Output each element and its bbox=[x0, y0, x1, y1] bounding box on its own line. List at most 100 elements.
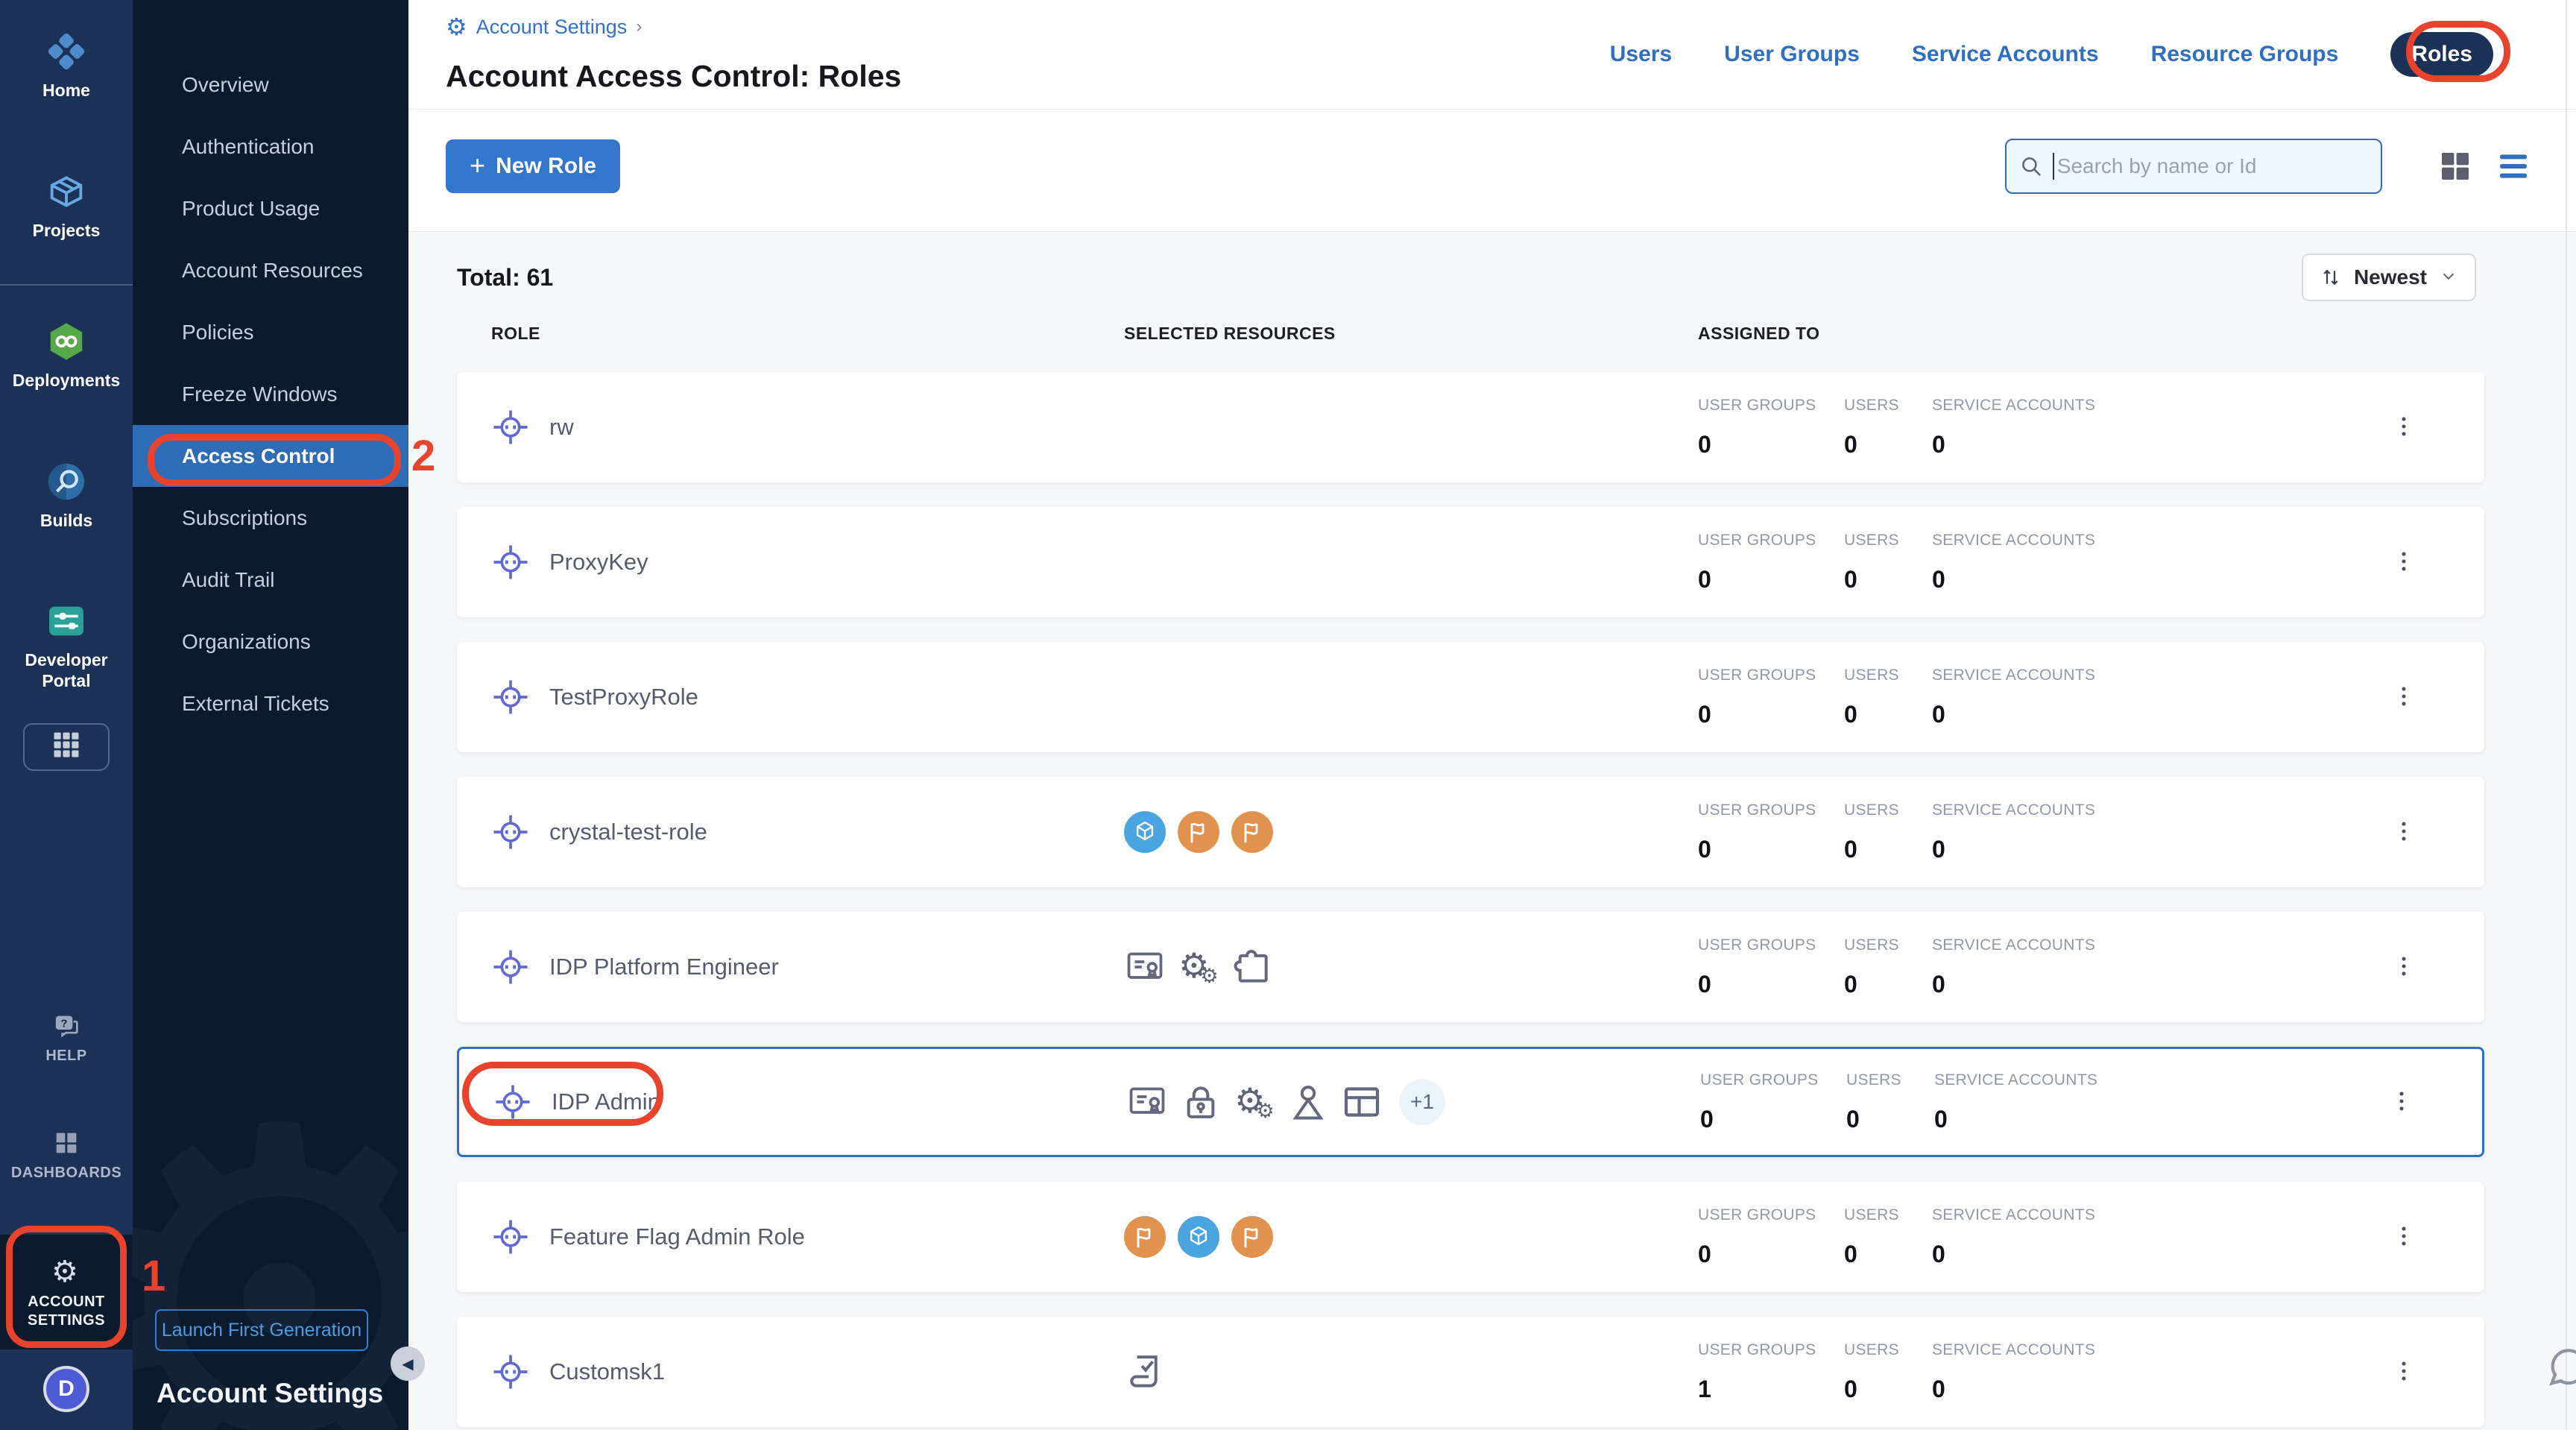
tab-user-groups[interactable]: User Groups bbox=[1724, 42, 1860, 67]
launch-first-generation-button[interactable]: Launch First Generation bbox=[155, 1309, 368, 1351]
service-accounts-label: SERVICE ACCOUNTS bbox=[1932, 1341, 2095, 1359]
role-name[interactable]: IDP Admin bbox=[552, 1089, 660, 1115]
all-modules-button[interactable] bbox=[23, 723, 110, 771]
settings-sidebar: ⚙ OverviewAuthenticationProduct UsageAcc… bbox=[133, 0, 408, 1430]
row-menu-button[interactable] bbox=[2387, 808, 2420, 856]
grid-view-button[interactable] bbox=[2437, 148, 2473, 184]
sidebar-item-overview[interactable]: Overview bbox=[133, 54, 408, 116]
cube-blue-icon bbox=[1178, 1216, 1219, 1258]
role-row[interactable]: rw USER GROUPS 0 USERS 0 SERVICE ACCOUNT… bbox=[457, 372, 2484, 482]
rail-item-builds[interactable]: Builds bbox=[0, 460, 133, 532]
sidebar-footer-title: Account Settings bbox=[157, 1378, 383, 1409]
rail-item-home[interactable]: Home bbox=[0, 30, 133, 101]
gear-icon: ⚙ bbox=[446, 15, 467, 39]
more-resources-badge: +1 bbox=[1399, 1079, 1445, 1125]
service-accounts-label: SERVICE ACCOUNTS bbox=[1932, 397, 2095, 415]
role-name[interactable]: Customsk1 bbox=[549, 1358, 665, 1385]
service-accounts-label: SERVICE ACCOUNTS bbox=[1932, 801, 2095, 819]
row-menu-button[interactable] bbox=[2387, 1348, 2420, 1396]
service-accounts-label: SERVICE ACCOUNTS bbox=[1932, 936, 2095, 954]
selected-resources: ⚙⚙ bbox=[1124, 946, 1698, 988]
rail-item-help[interactable]: ?HELP bbox=[0, 1001, 133, 1076]
deployments-icon bbox=[45, 320, 88, 363]
role-row[interactable]: ProxyKey USER GROUPS 0 USERS 0 SERVICE A… bbox=[457, 507, 2484, 617]
row-menu-button[interactable] bbox=[2387, 538, 2420, 586]
search-box[interactable] bbox=[2005, 139, 2382, 194]
rail-bottom-list: ?HELP DASHBOARDS ⚙ACCOUNT SETTINGS bbox=[0, 1001, 133, 1349]
role-row[interactable]: IDP Admin ⚙⚙+1 USER GROUPS 0 USERS 0 SER… bbox=[457, 1047, 2484, 1157]
breadcrumb-account-settings-link[interactable]: Account Settings bbox=[476, 16, 628, 39]
person-icon bbox=[1287, 1081, 1329, 1123]
scrollbar[interactable] bbox=[2566, 0, 2567, 1430]
users-label: USERS bbox=[1844, 532, 1932, 549]
role-target-icon bbox=[491, 813, 530, 851]
sort-dropdown[interactable]: Newest bbox=[2302, 253, 2476, 301]
new-role-button[interactable]: + New Role bbox=[446, 139, 620, 193]
roles-content: Total: 61 Newest ROLE SELECTED RESOURCES… bbox=[408, 232, 2576, 1430]
sidebar-item-audit-trail[interactable]: Audit Trail bbox=[133, 549, 408, 611]
selected-resources bbox=[1124, 811, 1698, 853]
role-name[interactable]: crystal-test-role bbox=[549, 819, 707, 845]
sidebar-item-subscriptions[interactable]: Subscriptions bbox=[133, 487, 408, 549]
tab-resource-groups[interactable]: Resource Groups bbox=[2151, 42, 2339, 67]
sidebar-item-account-resources[interactable]: Account Resources bbox=[133, 239, 408, 301]
rail-item-dashboards[interactable]: DASHBOARDS bbox=[0, 1118, 133, 1193]
flag-orange-icon bbox=[1124, 1216, 1166, 1258]
main-content: ⚙ Account Settings › Account Access Cont… bbox=[408, 0, 2576, 1430]
tab-users[interactable]: Users bbox=[1610, 42, 1672, 67]
scroll-check-icon bbox=[1124, 1351, 1166, 1393]
cube-blue-icon bbox=[1124, 811, 1166, 853]
users-label: USERS bbox=[1846, 1071, 1934, 1089]
user-groups-count: 1 bbox=[1698, 1376, 1844, 1403]
role-row[interactable]: Customsk1 USER GROUPS 1 USERS 0 SERVICE … bbox=[457, 1317, 2484, 1427]
sidebar-item-external-tickets[interactable]: External Tickets bbox=[133, 673, 408, 734]
service-accounts-label: SERVICE ACCOUNTS bbox=[1932, 1206, 2095, 1224]
row-menu-button[interactable] bbox=[2387, 403, 2420, 451]
toolbar: + New Role bbox=[408, 110, 2576, 232]
rail-item-projects[interactable]: Projects bbox=[0, 170, 133, 242]
users-count: 0 bbox=[1844, 566, 1932, 593]
search-input[interactable] bbox=[2056, 154, 2369, 179]
role-row[interactable]: IDP Platform Engineer ⚙⚙ USER GROUPS 0 U… bbox=[457, 912, 2484, 1022]
service-accounts-count: 0 bbox=[1932, 971, 2095, 998]
role-name[interactable]: ProxyKey bbox=[549, 549, 648, 576]
rail-item-developer-portal[interactable]: Developer Portal bbox=[0, 599, 133, 691]
tab-roles[interactable]: Roles bbox=[2390, 32, 2493, 77]
role-target-icon bbox=[491, 678, 530, 716]
row-menu-button[interactable] bbox=[2387, 673, 2420, 721]
row-menu-button[interactable] bbox=[2387, 1213, 2420, 1261]
chat-help-icon[interactable] bbox=[2545, 1344, 2576, 1391]
plugin-icon bbox=[1231, 946, 1273, 988]
users-label: USERS bbox=[1844, 936, 1932, 954]
certificate-icon bbox=[1124, 946, 1166, 988]
search-icon bbox=[2018, 154, 2044, 179]
user-avatar[interactable]: D bbox=[43, 1366, 89, 1412]
user-groups-label: USER GROUPS bbox=[1698, 1341, 1844, 1359]
role-name[interactable]: TestProxyRole bbox=[549, 684, 698, 711]
sidebar-item-access-control[interactable]: Access Control bbox=[133, 425, 408, 487]
list-view-button[interactable] bbox=[2496, 148, 2531, 184]
role-row[interactable]: TestProxyRole USER GROUPS 0 USERS 0 SERV… bbox=[457, 642, 2484, 752]
sidebar-item-freeze-windows[interactable]: Freeze Windows bbox=[133, 363, 408, 425]
row-menu-button[interactable] bbox=[2385, 1078, 2418, 1126]
column-selected-resources: SELECTED RESOURCES bbox=[1124, 324, 1698, 344]
certificate-icon bbox=[1126, 1081, 1168, 1123]
sidebar-item-organizations[interactable]: Organizations bbox=[133, 611, 408, 673]
role-row[interactable]: Feature Flag Admin Role USER GROUPS 0 US… bbox=[457, 1182, 2484, 1292]
role-target-icon bbox=[493, 1083, 532, 1121]
sidebar-item-authentication[interactable]: Authentication bbox=[133, 116, 408, 177]
column-role: ROLE bbox=[491, 324, 1124, 344]
sidebar-collapse-button[interactable]: ◀ bbox=[391, 1346, 425, 1381]
rail-item-account-settings[interactable]: ⚙ACCOUNT SETTINGS bbox=[0, 1235, 133, 1349]
sidebar-item-product-usage[interactable]: Product Usage bbox=[133, 177, 408, 239]
tab-service-accounts[interactable]: Service Accounts bbox=[1912, 42, 2099, 67]
rail-item-label: Builds bbox=[40, 511, 92, 532]
role-name[interactable]: IDP Platform Engineer bbox=[549, 954, 779, 980]
role-name[interactable]: rw bbox=[549, 414, 574, 441]
row-menu-button[interactable] bbox=[2387, 943, 2420, 991]
sidebar-item-policies[interactable]: Policies bbox=[133, 301, 408, 363]
rail-item-deployments[interactable]: Deployments bbox=[0, 320, 133, 391]
role-row[interactable]: crystal-test-role USER GROUPS 0 USERS 0 … bbox=[457, 777, 2484, 887]
role-name[interactable]: Feature Flag Admin Role bbox=[549, 1223, 805, 1250]
users-label: USERS bbox=[1844, 667, 1932, 684]
